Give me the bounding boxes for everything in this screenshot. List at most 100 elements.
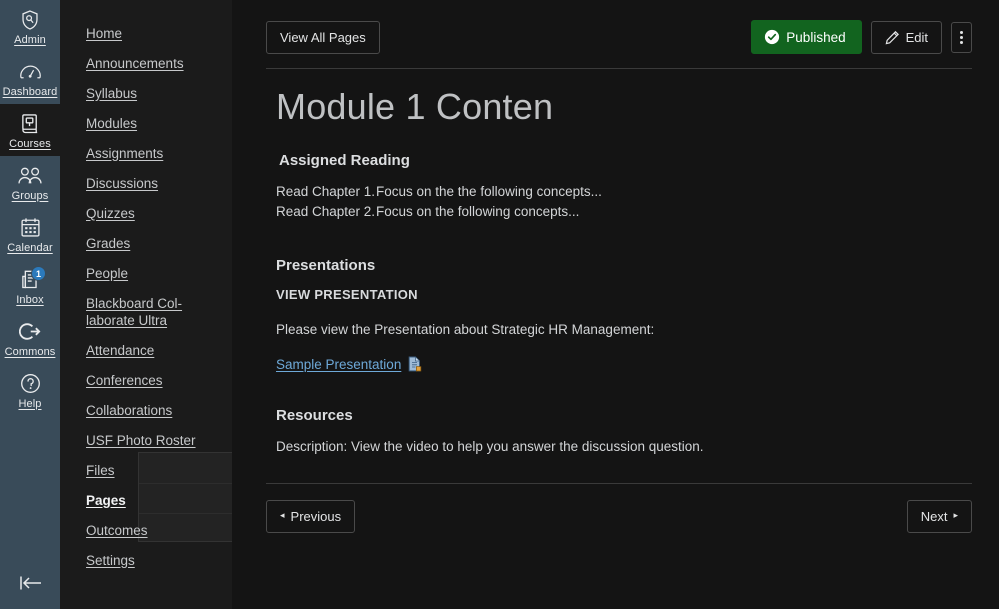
global-nav-item-inbox[interactable]: 1 Inbox [0, 260, 60, 312]
view-all-pages-button[interactable]: View All Pages [266, 20, 380, 54]
course-nav-link[interactable]: Grades [86, 228, 130, 258]
course-nav-link[interactable]: Conferences [86, 365, 163, 395]
more-options-button[interactable] [951, 21, 972, 53]
course-nav-item-announcements[interactable]: Announcements [60, 48, 232, 78]
page-pager: ◂ Previous Next ▸ [266, 484, 972, 533]
collapse-navigation-button[interactable] [0, 565, 60, 601]
groups-people-icon [17, 165, 43, 187]
global-nav-item-groups[interactable]: Groups [0, 156, 60, 208]
assigned-reading-row: Read Chapter 2. Focus on the following c… [276, 202, 972, 222]
global-nav-label: Dashboard [2, 85, 58, 98]
course-nav-link[interactable]: Assignments [86, 138, 163, 168]
course-nav-link[interactable]: Quizzes [86, 198, 135, 228]
next-label: Next [920, 509, 948, 524]
shield-admin-icon [19, 9, 41, 31]
section-presentations: Presentations VIEW PRESENTATION Please v… [276, 256, 972, 372]
course-nav-item-people[interactable]: People [60, 258, 232, 288]
section-resources: Resources Description: View the video to… [276, 406, 972, 457]
course-nav-link[interactable]: Blackboard Col-laborate Ultra [86, 288, 190, 335]
page-body-inner: Assigned Reading Read Chapter 1. Focus o… [266, 151, 972, 533]
global-nav-item-help[interactable]: Help [0, 364, 60, 416]
kebab-menu-icon [960, 30, 963, 44]
course-nav-item-outcomes[interactable]: Outcomes [60, 515, 232, 545]
resources-heading: Resources [276, 407, 353, 424]
course-nav-item-modules[interactable]: Modules [60, 108, 232, 138]
course-nav-item-usf-photo-roster[interactable]: USF Photo Roster [60, 425, 232, 455]
course-nav-link[interactable]: People [86, 258, 128, 288]
course-nav-link[interactable]: Discussions [86, 168, 158, 198]
course-nav-item-conferences[interactable]: Conferences [60, 365, 232, 395]
published-status-button[interactable]: Published [751, 20, 862, 54]
collapse-left-arrow-icon [20, 576, 41, 590]
global-nav-label: Commons [4, 345, 56, 358]
global-nav-item-courses[interactable]: Courses [0, 104, 60, 156]
course-nav-link[interactable]: Files [86, 455, 115, 485]
main-content: View All Pages Published Edit Module 1 C… [232, 0, 999, 609]
course-nav-item-grades[interactable]: Grades [60, 228, 232, 258]
sample-presentation-link-row[interactable]: Sample Presentation [276, 356, 972, 372]
global-nav-label: Help [18, 397, 42, 410]
previous-label: Previous [290, 509, 342, 524]
global-nav-item-dashboard[interactable]: Dashboard [0, 52, 60, 104]
course-nav-link[interactable]: USF Photo Roster [86, 425, 196, 455]
course-nav-item-pages[interactable]: Pages [60, 485, 232, 515]
view-presentation-subheading: VIEW PRESENTATION [276, 287, 418, 302]
global-nav-item-commons[interactable]: Commons [0, 312, 60, 364]
page-title: Module 1 Conten [276, 86, 554, 127]
edit-label: Edit [905, 29, 928, 45]
courses-book-icon [20, 113, 41, 135]
course-nav-link[interactable]: Announcements [86, 48, 184, 78]
previous-arrow-icon: ◂ [280, 510, 285, 520]
next-arrow-icon: ▸ [953, 510, 958, 520]
course-nav-link[interactable]: Attendance [86, 335, 154, 365]
course-nav-item-home[interactable]: Home [60, 18, 232, 48]
sample-presentation-link[interactable]: Sample Presentation [276, 357, 401, 372]
global-nav-item-admin[interactable]: Admin [0, 0, 60, 52]
course-nav-item-blackboard-collaborate-ultra[interactable]: Blackboard Col-laborate Ultra [60, 288, 232, 335]
page-toolbar: View All Pages Published Edit [232, 0, 999, 58]
presentations-description: Please view the Presentation about Strat… [276, 322, 655, 337]
previous-page-button[interactable]: ◂ Previous [266, 500, 356, 533]
next-page-button[interactable]: Next ▸ [906, 500, 972, 533]
reading-item: Read Chapter 2. [276, 204, 376, 219]
calendar-icon [20, 217, 41, 239]
assigned-reading-heading: Assigned Reading [279, 152, 410, 169]
course-nav-item-settings[interactable]: Settings [60, 545, 232, 575]
course-nav-link[interactable]: Modules [86, 108, 137, 138]
section-assigned-reading: Assigned Reading Read Chapter 1. Focus o… [276, 151, 972, 222]
reading-detail: Focus on the the following concepts... [376, 184, 602, 199]
course-nav-link[interactable]: Pages [86, 485, 126, 515]
global-nav-label: Admin [14, 33, 46, 46]
course-nav-link[interactable]: Outcomes [86, 515, 148, 545]
assigned-reading-row: Read Chapter 1. Focus on the the followi… [276, 182, 972, 202]
canvas-page: Admin Dashboard Courses Groups Calendar … [0, 0, 999, 609]
reading-item: Read Chapter 1. [276, 184, 376, 199]
course-nav-link[interactable]: Collaborations [86, 395, 172, 425]
course-nav-item-quizzes[interactable]: Quizzes [60, 198, 232, 228]
document-file-icon [409, 356, 422, 372]
course-nav-item-discussions[interactable]: Discussions [60, 168, 232, 198]
course-nav-link[interactable]: Syllabus [86, 78, 137, 108]
course-nav-item-attendance[interactable]: Attendance [60, 335, 232, 365]
commons-arrow-icon [19, 321, 41, 343]
help-question-icon [20, 373, 41, 395]
reading-detail: Focus on the following concepts... [376, 204, 580, 219]
course-nav-link[interactable]: Settings [86, 545, 135, 575]
global-nav-label: Groups [11, 189, 49, 202]
edit-page-button[interactable]: Edit [870, 20, 942, 54]
global-nav-label: Calendar [7, 241, 53, 254]
course-navigation: Home Announcements Syllabus Modules Assi… [60, 0, 232, 609]
page-body: Module 1 Conten Assigned Reading Read Ch… [232, 69, 999, 609]
presentations-heading: Presentations [276, 257, 376, 274]
check-circle-icon [765, 29, 780, 45]
course-nav-item-files[interactable]: Files [60, 455, 232, 485]
resources-description: Description: View the video to help you … [276, 439, 704, 454]
pencil-icon [885, 30, 899, 44]
course-nav-link[interactable]: Home [86, 18, 122, 48]
course-nav-item-assignments[interactable]: Assignments [60, 138, 232, 168]
course-nav-item-syllabus[interactable]: Syllabus [60, 78, 232, 108]
global-nav-item-calendar[interactable]: Calendar [0, 208, 60, 260]
course-nav-item-collaborations[interactable]: Collaborations [60, 395, 232, 425]
global-nav-label: Inbox [16, 293, 44, 306]
published-label: Published [786, 29, 846, 45]
